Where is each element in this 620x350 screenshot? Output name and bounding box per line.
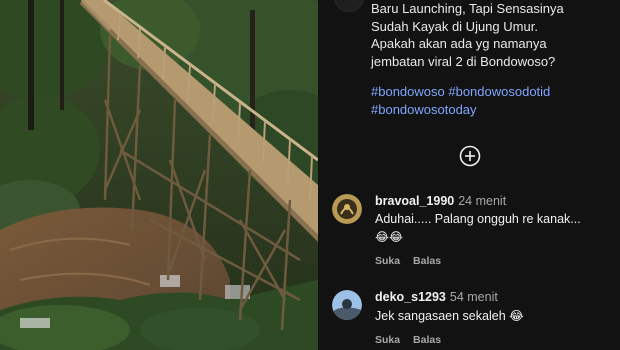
- comment-username[interactable]: deko_s1293: [375, 290, 446, 304]
- caption-line: jembatan viral 2 di Bondowoso?: [371, 53, 556, 69]
- plus-circle-icon: [459, 145, 481, 167]
- reply-button[interactable]: Balas: [413, 334, 441, 346]
- post-caption: Baru Launching, Tapi Sensasinya Sudah Ka…: [371, 0, 611, 70]
- hashtag-list: #bondowoso #bondowosodotid #bondowosotod…: [371, 83, 611, 118]
- like-button[interactable]: Suka: [375, 334, 400, 346]
- hashtag-link[interactable]: #bondowosotoday: [371, 102, 477, 117]
- comment-actions: Suka Balas: [375, 255, 451, 267]
- caption-line: Baru Launching, Tapi Sensasinya: [371, 1, 564, 16]
- hashtag-link[interactable]: #bondowoso: [371, 84, 445, 99]
- comment-meta: deko_s1293 54 menit: [375, 290, 498, 304]
- comment-item: deko_s1293 54 menit Jek sangasaen sekaleh…: [332, 290, 617, 350]
- like-button[interactable]: Suka: [375, 255, 400, 267]
- comment-time: 54 menit: [449, 290, 498, 304]
- caption-line: Sudah Kayak di Ujung Umur.: [371, 18, 538, 34]
- comment-emoji: 😂😂: [375, 230, 404, 244]
- bridge-photo-illustration: [0, 0, 318, 350]
- comment-item: bravoal_1990 24 menit Aduhai..... Palang …: [332, 194, 617, 269]
- avatar[interactable]: [332, 194, 362, 224]
- comment-meta: bravoal_1990 24 menit: [375, 194, 506, 208]
- comments-panel: Baru Launching, Tapi Sensasinya Sudah Ka…: [318, 0, 620, 350]
- author-avatar[interactable]: [334, 0, 364, 12]
- comment-actions: Suka Balas: [375, 334, 451, 346]
- comment-username[interactable]: bravoal_1990: [375, 194, 454, 208]
- comment-time: 24 menit: [458, 194, 507, 208]
- avatar[interactable]: [332, 290, 362, 320]
- load-more-comments-button[interactable]: [459, 145, 481, 167]
- post-photo[interactable]: [0, 0, 318, 350]
- comment-text: Aduhai..... Palang ongguh re kanak...: [375, 212, 581, 226]
- caption-line: Apakah akan ada yg namanya: [371, 36, 547, 51]
- hashtag-link[interactable]: #bondowosodotid: [448, 84, 550, 99]
- reply-button[interactable]: Balas: [413, 255, 441, 267]
- comment-text: Jek sangasaen sekaleh 😂: [375, 309, 524, 323]
